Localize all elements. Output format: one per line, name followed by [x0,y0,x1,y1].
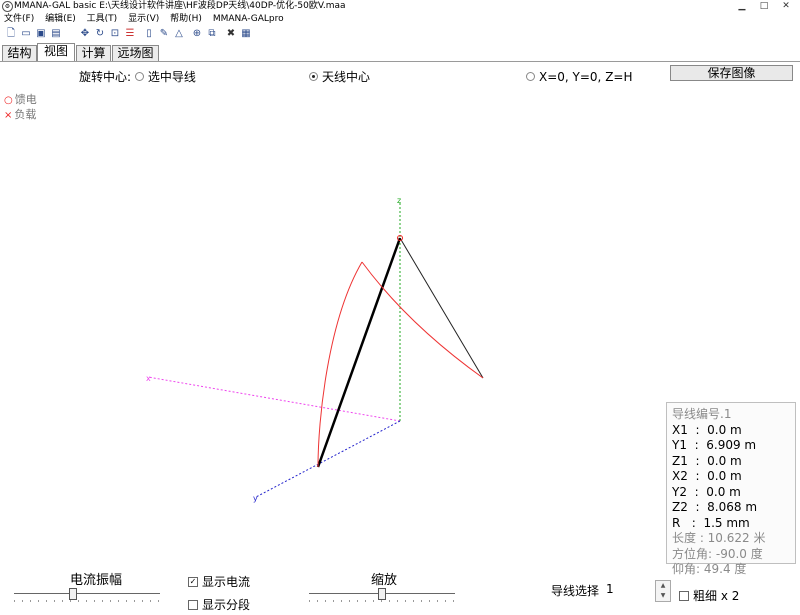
zoom-slider[interactable] [309,588,455,608]
wire-x2: X2 : 0.0 m [672,469,742,483]
current-curve-wire-2 [361,261,484,379]
thick-x2-label[interactable]: 粗细 x 2 [693,589,739,603]
wire-2[interactable] [399,237,484,379]
current-amplitude-label: 电流振幅 [70,573,123,588]
zoom-label: 缩放 [371,573,398,588]
x-axis-label: x [146,374,151,383]
wire-length: 长度 : 10.622 米 [672,531,766,545]
wire-select-label: 导线选择 [551,584,600,598]
wire-number: 导线编号.1 [672,407,732,421]
zoom-thumb[interactable] [378,588,386,600]
z-axis-label: z [397,196,401,205]
thick-x2-check-icon[interactable] [679,590,689,601]
thick-x2-checkbox[interactable]: 粗细 x 2 [679,587,739,604]
show-segments-label[interactable]: 显示分段 [202,598,250,612]
wire-z2: Z2 : 8.068 m [672,500,758,514]
wire-elevation: 仰角: 49.4 度 [672,562,747,576]
wire-y2: Y2 : 0.0 m [672,484,741,499]
show-current-checkbox[interactable]: ✓ 显示电流 [188,573,250,590]
wire-select-spinner[interactable]: ▲ ▼ [655,580,671,602]
show-current-check-icon[interactable]: ✓ [188,576,198,587]
wire-z1: Z1 : 0.0 m [672,453,742,468]
spin-down-icon[interactable]: ▼ [656,591,670,601]
spin-up-icon[interactable]: ▲ [656,581,670,591]
wire-azimuth: 方位角: -90.0 度 [672,546,763,561]
current-amplitude-slider[interactable] [14,588,160,608]
y-axis-line [255,420,401,498]
show-segments-checkbox[interactable]: 显示分段 [188,596,250,613]
x-axis-line [147,376,401,422]
current-amplitude-thumb[interactable] [69,588,77,600]
wire-x1: X1 : 0.0 m [672,422,742,437]
wire-radius: R : 1.5 mm [672,515,750,530]
show-current-label[interactable]: 显示电流 [202,575,250,589]
show-segments-check-icon[interactable] [188,599,198,610]
y-axis-label: y [253,494,258,503]
wire-select-input[interactable]: 1 [604,580,656,598]
wire-y1: Y1 : 6.909 m [672,438,757,452]
wire-info-panel: 导线编号.1 X1 : 0.0 m Y1 : 6.909 m Z1 : 0.0 … [666,402,796,576]
